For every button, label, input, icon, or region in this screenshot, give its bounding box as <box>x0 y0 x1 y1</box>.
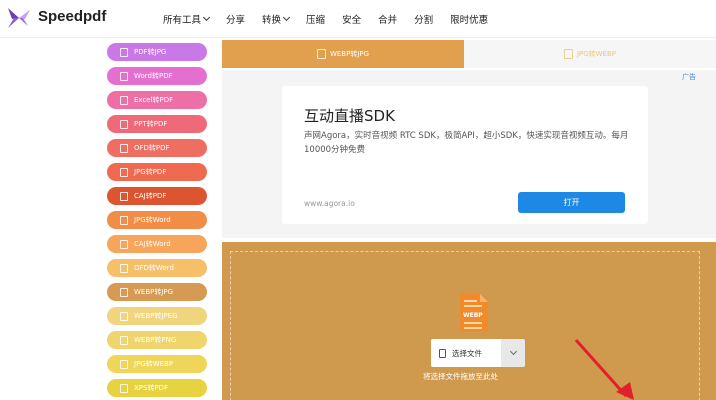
nav-item-compress[interactable]: 压缩 <box>306 12 325 26</box>
ad-title: 互动直播SDK <box>304 107 395 125</box>
sidebar-item-jpg-to-pdf[interactable]: JPG转PDF <box>107 163 207 181</box>
file-icon <box>120 264 128 273</box>
top-header: Speedpdf 所有工具 分享 转换 压缩 安全 合并 分割 限时优惠 <box>0 0 716 38</box>
sidebar-item-label: Excel转PDF <box>134 96 174 104</box>
sidebar-item-word-to-pdf[interactable]: Word转PDF <box>107 67 207 85</box>
file-icon <box>120 192 128 201</box>
sidebar-item-ofd-to-word[interactable]: OFD转Word <box>107 259 207 277</box>
ad-button-label: 打开 <box>563 198 580 207</box>
sidebar-item-label: WEBP转PNG <box>134 336 177 344</box>
file-select-control: 选择文件 <box>431 339 525 367</box>
sidebar-item-label: CAJ转PDF <box>134 192 167 200</box>
document-icon <box>439 348 446 358</box>
ad-area: 广告 互动直播SDK 声网Agora，实时音视频 RTC SDK，极简API，超… <box>222 70 716 238</box>
nav-item-label: 转换 <box>262 15 282 26</box>
chevron-down-icon <box>283 13 291 22</box>
nav-item-label: 所有工具 <box>163 15 202 26</box>
file-icon <box>120 384 128 393</box>
sidebar-item-label: CAJ转Word <box>134 240 171 248</box>
sidebar-item-pdf-to-jpg[interactable]: PDF转JPG <box>107 43 207 61</box>
file-icon-label: WEBP <box>463 312 483 319</box>
nav-item-label: 限时优惠 <box>450 15 489 26</box>
file-icon <box>120 96 128 105</box>
butterfly-logo-icon[interactable] <box>6 6 32 30</box>
sidebar-item-caj-to-word[interactable]: CAJ转Word <box>107 235 207 253</box>
file-icon <box>120 144 128 153</box>
file-icon <box>120 312 128 321</box>
sidebar-item-label: WEBP转JPEG <box>134 312 178 320</box>
ad-url[interactable]: www.agora.io <box>304 199 355 208</box>
nav-item-split[interactable]: 分割 <box>414 12 433 26</box>
nav-item-promo[interactable]: 限时优惠 <box>450 12 488 26</box>
select-file-label: 选择文件 <box>452 348 482 358</box>
chevron-down-icon <box>509 347 517 356</box>
select-source-dropdown[interactable] <box>501 339 525 367</box>
nav-item-label: 分割 <box>414 15 434 26</box>
chevron-down-icon <box>202 13 211 22</box>
tab-label: JPG转WEBP <box>576 50 617 58</box>
sidebar-item-label: JPG转Word <box>134 216 171 224</box>
sidebar-item-label: Word转PDF <box>134 72 173 80</box>
webp-file-icon: WEBP <box>460 294 488 332</box>
tab-label: WEBP转JPG <box>329 50 370 58</box>
red-arrow-annotation <box>574 339 634 400</box>
ad-tag[interactable]: 广告 <box>682 72 696 82</box>
file-icon <box>120 240 128 249</box>
tab-webp-to-jpg[interactable]: WEBP转JPG <box>222 40 464 68</box>
ad-description: 声网Agora，实时音视频 RTC SDK，极简API，超小SDK，快速实现音视… <box>304 131 629 155</box>
nav-item-label: 安全 <box>342 15 362 26</box>
file-icon <box>120 288 128 297</box>
file-icon <box>120 48 128 57</box>
file-icon <box>120 360 128 369</box>
image-convert-icon <box>563 49 573 59</box>
sidebar-item-label: JPG转WEBP <box>134 360 174 368</box>
sidebar-item-label: OFD转PDF <box>134 144 170 152</box>
sidebar-item-label: PPT转PDF <box>134 120 168 128</box>
main-nav: 所有工具 分享 转换 压缩 安全 合并 分割 限时优惠 <box>163 12 505 26</box>
sidebar-item-excel-to-pdf[interactable]: Excel转PDF <box>107 91 207 109</box>
sidebar-item-label: WEBP转JPG <box>134 288 174 296</box>
ad-open-button[interactable]: 打开 <box>518 192 625 213</box>
sidebar-item-jpg-to-word[interactable]: JPG转Word <box>107 211 207 229</box>
sidebar-item-ppt-to-pdf[interactable]: PPT转PDF <box>107 115 207 133</box>
nav-item-all-tools[interactable]: 所有工具 <box>163 12 211 26</box>
nav-item-convert[interactable]: 转换 <box>262 12 291 26</box>
sidebar-item-xps-to-pdf[interactable]: XPS转PDF <box>107 379 207 397</box>
select-file-button[interactable]: 选择文件 <box>431 339 501 367</box>
sidebar-item-label: XPS转PDF <box>134 384 169 392</box>
sidebar-item-webp-to-png[interactable]: WEBP转PNG <box>107 331 207 349</box>
sidebar-item-label: JPG转PDF <box>134 168 167 176</box>
sidebar-item-jpg-to-webp[interactable]: JPG转WEBP <box>107 355 207 373</box>
tool-sidebar: PDF转JPG Word转PDF Excel转PDF PPT转PDF OFD转P… <box>107 43 207 400</box>
image-convert-icon <box>316 49 326 59</box>
sidebar-item-label: OFD转Word <box>134 264 174 272</box>
nav-item-security[interactable]: 安全 <box>342 12 361 26</box>
file-icon <box>120 168 128 177</box>
nav-item-label: 压缩 <box>306 15 326 26</box>
brand-name[interactable]: Speedpdf <box>38 8 106 25</box>
file-icon <box>120 336 128 345</box>
ad-card[interactable]: 互动直播SDK 声网Agora，实时音视频 RTC SDK，极简API，超小SD… <box>282 86 648 224</box>
sidebar-item-label: PDF转JPG <box>134 48 167 56</box>
tab-jpg-to-webp[interactable]: JPG转WEBP <box>464 40 716 68</box>
file-icon <box>120 120 128 129</box>
drop-hint: 将选择文件拖放至此处 <box>423 372 498 381</box>
sidebar-item-ofd-to-pdf[interactable]: OFD转PDF <box>107 139 207 157</box>
nav-item-label: 合并 <box>378 15 398 26</box>
sidebar-item-webp-to-jpg[interactable]: WEBP转JPG <box>107 283 207 301</box>
nav-item-share[interactable]: 分享 <box>226 12 245 26</box>
file-icon <box>120 216 128 225</box>
sidebar-item-webp-to-jpeg[interactable]: WEBP转JPEG <box>107 307 207 325</box>
file-icon <box>120 72 128 81</box>
sidebar-item-caj-to-pdf[interactable]: CAJ转PDF <box>107 187 207 205</box>
nav-item-merge[interactable]: 合并 <box>378 12 397 26</box>
nav-item-label: 分享 <box>226 15 246 26</box>
